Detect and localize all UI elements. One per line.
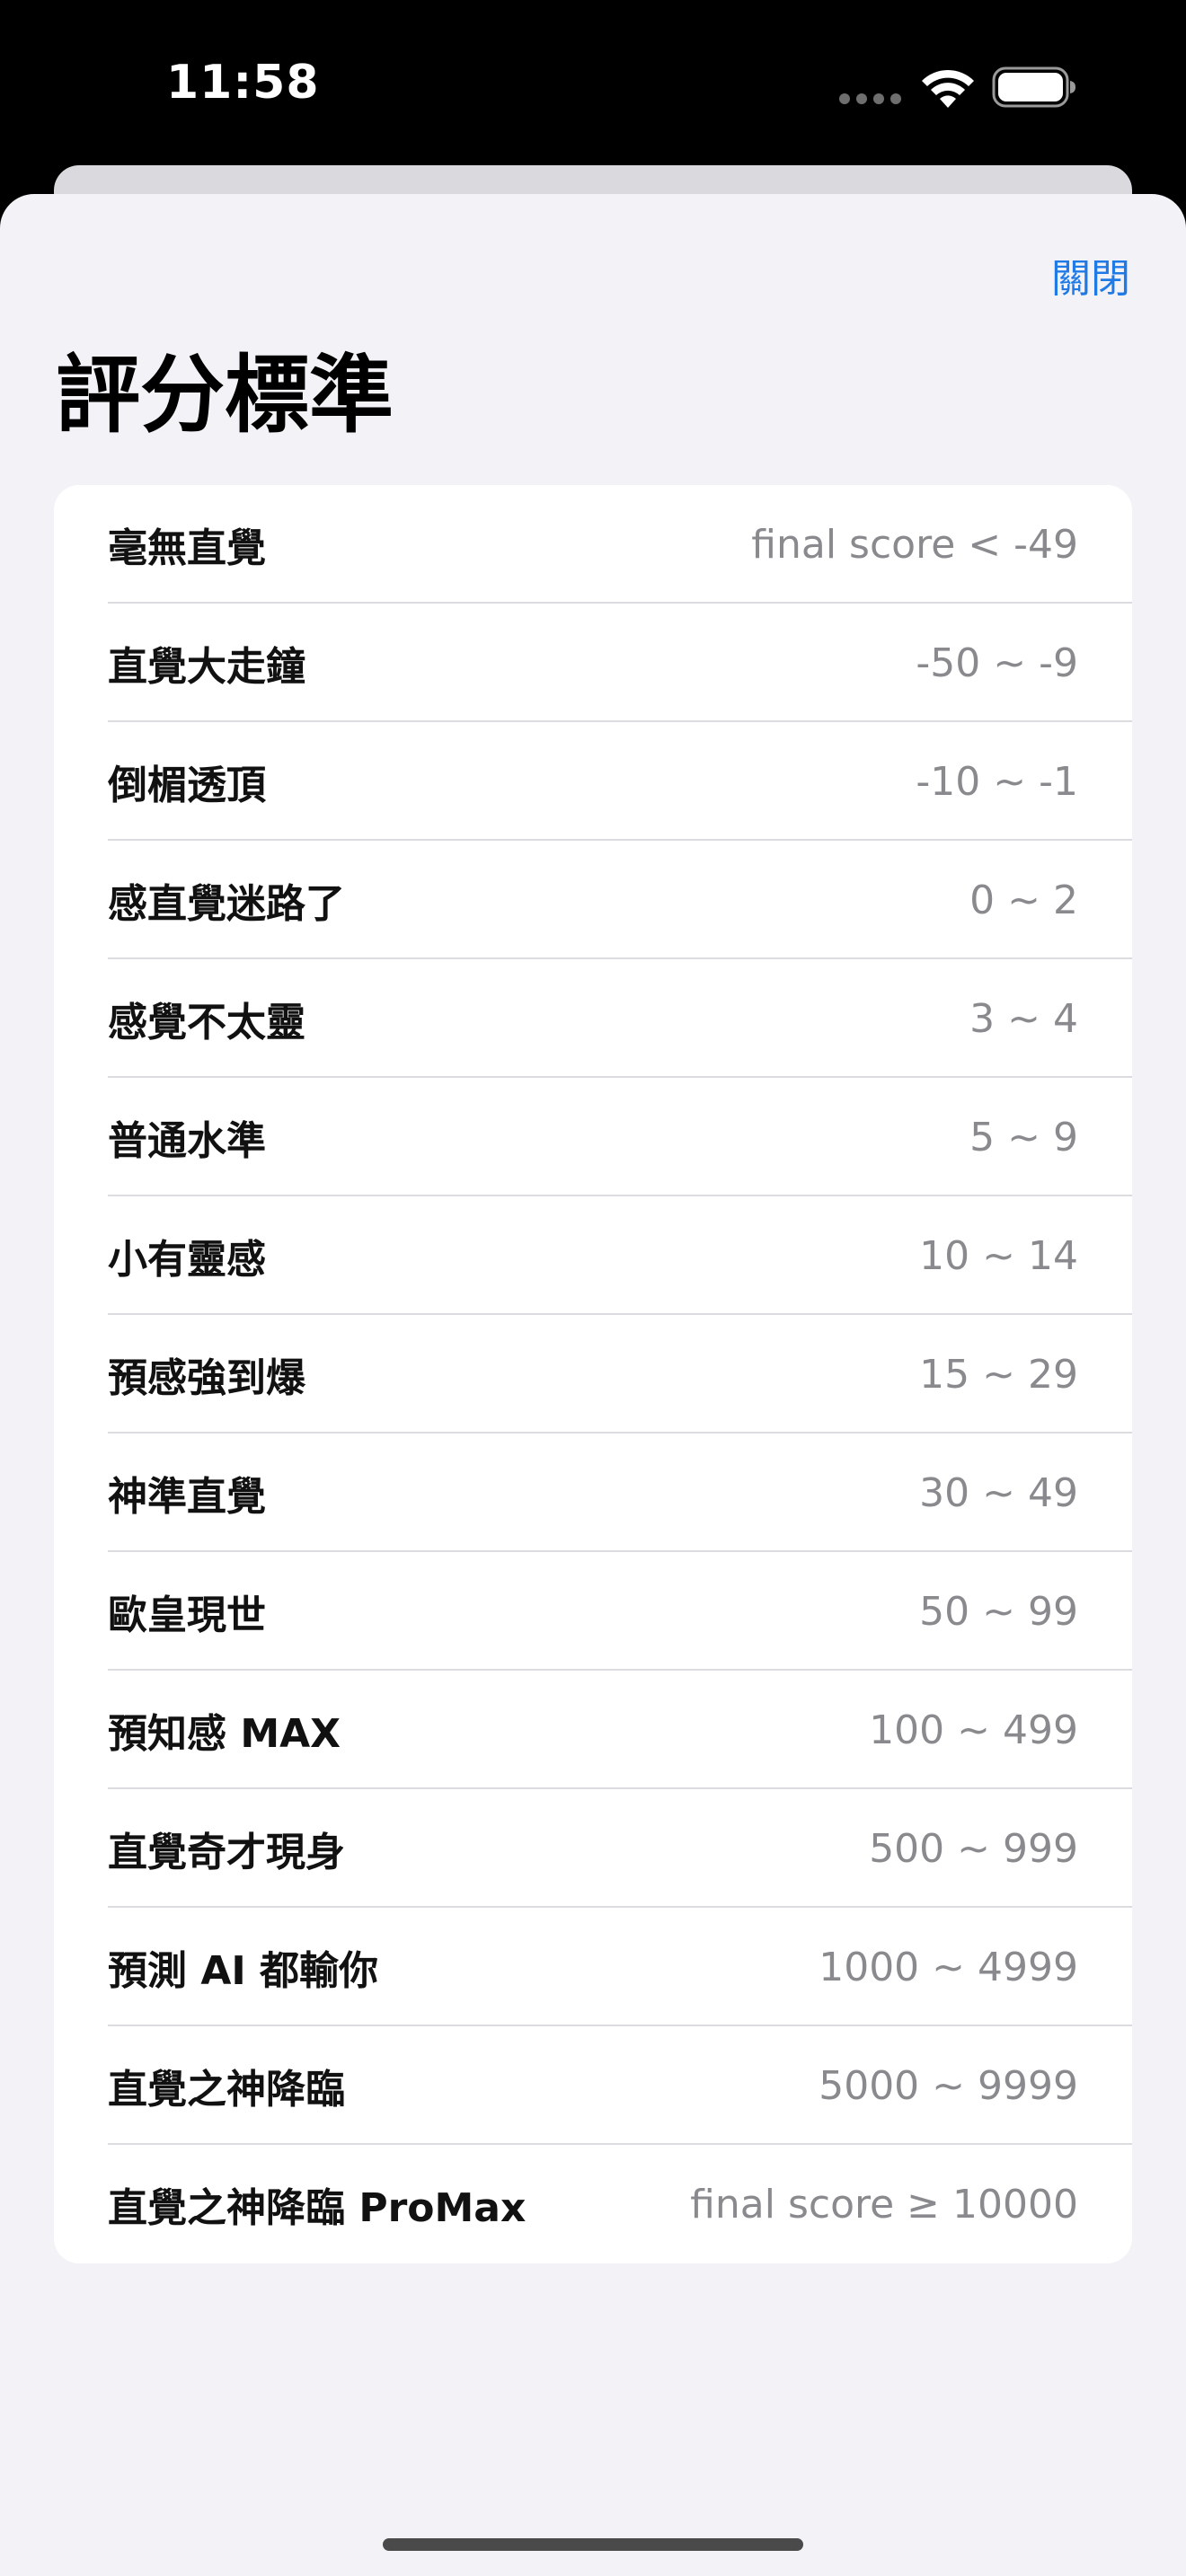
range-value: -10 ~ -1: [916, 758, 1078, 805]
range-value: 100 ~ 499: [869, 1707, 1078, 1753]
range-label: 感直覺迷路了: [108, 881, 345, 927]
list-item: 感覺不太靈 3 ~ 4: [54, 959, 1132, 1078]
range-value: 500 ~ 999: [869, 1825, 1078, 1872]
range-value: final score < -49: [751, 521, 1078, 568]
list-item: 預知感 MAX 100 ~ 499: [54, 1671, 1132, 1789]
range-value: 5000 ~ 9999: [819, 2062, 1078, 2109]
range-value: 50 ~ 99: [919, 1588, 1078, 1635]
score-range-list: 毫無直覺 final score < -49 直覺大走鐘 -50 ~ -9 倒楣…: [54, 485, 1132, 2263]
range-label: 直覺之神降臨 ProMax: [108, 2185, 527, 2231]
range-label: 感覺不太靈: [108, 1000, 305, 1045]
status-time: 11:58: [166, 56, 320, 110]
status-bar: 11:58: [0, 0, 1186, 171]
range-value: 30 ~ 49: [919, 1469, 1078, 1516]
range-label: 直覺奇才現身: [108, 1830, 345, 1875]
range-label: 預感強到爆: [108, 1355, 305, 1401]
list-item: 預測 AI 都輸你 1000 ~ 4999: [54, 1908, 1132, 2026]
range-label: 毫無直覺: [108, 525, 266, 571]
range-value: final score ≥ 10000: [690, 2181, 1078, 2228]
range-value: 15 ~ 29: [919, 1351, 1078, 1398]
list-item: 直覺奇才現身 500 ~ 999: [54, 1789, 1132, 1908]
range-value: 5 ~ 9: [969, 1114, 1078, 1160]
list-item: 歐皇現世 50 ~ 99: [54, 1552, 1132, 1671]
list-item: 神準直覺 30 ~ 49: [54, 1434, 1132, 1552]
battery-icon: [992, 66, 1075, 108]
cellular-signal-icon: [839, 93, 902, 106]
range-value: -50 ~ -9: [916, 640, 1078, 686]
list-item: 直覺之神降臨 ProMax final score ≥ 10000: [54, 2145, 1132, 2263]
range-label: 直覺之神降臨: [108, 2067, 345, 2113]
list-item: 預感強到爆 15 ~ 29: [54, 1315, 1132, 1434]
home-indicator[interactable]: [383, 2538, 803, 2551]
range-label: 預知感 MAX: [108, 1711, 341, 1757]
close-button[interactable]: 關閉: [1051, 246, 1130, 304]
wifi-icon: [922, 69, 974, 108]
page-title: 評分標準: [56, 347, 394, 445]
list-item: 毫無直覺 final score < -49: [54, 485, 1132, 604]
range-label: 預測 AI 都輸你: [108, 1948, 379, 1994]
list-item: 感直覺迷路了 0 ~ 2: [54, 841, 1132, 959]
range-value: 3 ~ 4: [969, 995, 1078, 1042]
range-label: 歐皇現世: [108, 1592, 266, 1638]
scoring-criteria-sheet: 關閉 評分標準 毫無直覺 final score < -49 直覺大走鐘 -50…: [0, 194, 1186, 2576]
range-value: 10 ~ 14: [919, 1232, 1078, 1279]
list-item: 小有靈感 10 ~ 14: [54, 1196, 1132, 1315]
list-item: 直覺之神降臨 5000 ~ 9999: [54, 2026, 1132, 2145]
range-value: 0 ~ 2: [969, 877, 1078, 923]
range-label: 小有靈感: [108, 1237, 266, 1283]
range-value: 1000 ~ 4999: [819, 1944, 1078, 1990]
list-item: 直覺大走鐘 -50 ~ -9: [54, 604, 1132, 722]
range-label: 普通水準: [108, 1118, 266, 1164]
list-item: 倒楣透頂 -10 ~ -1: [54, 722, 1132, 841]
range-label: 直覺大走鐘: [108, 644, 305, 690]
range-label: 倒楣透頂: [108, 763, 266, 808]
range-label: 神準直覺: [108, 1474, 266, 1520]
list-item: 普通水準 5 ~ 9: [54, 1078, 1132, 1196]
